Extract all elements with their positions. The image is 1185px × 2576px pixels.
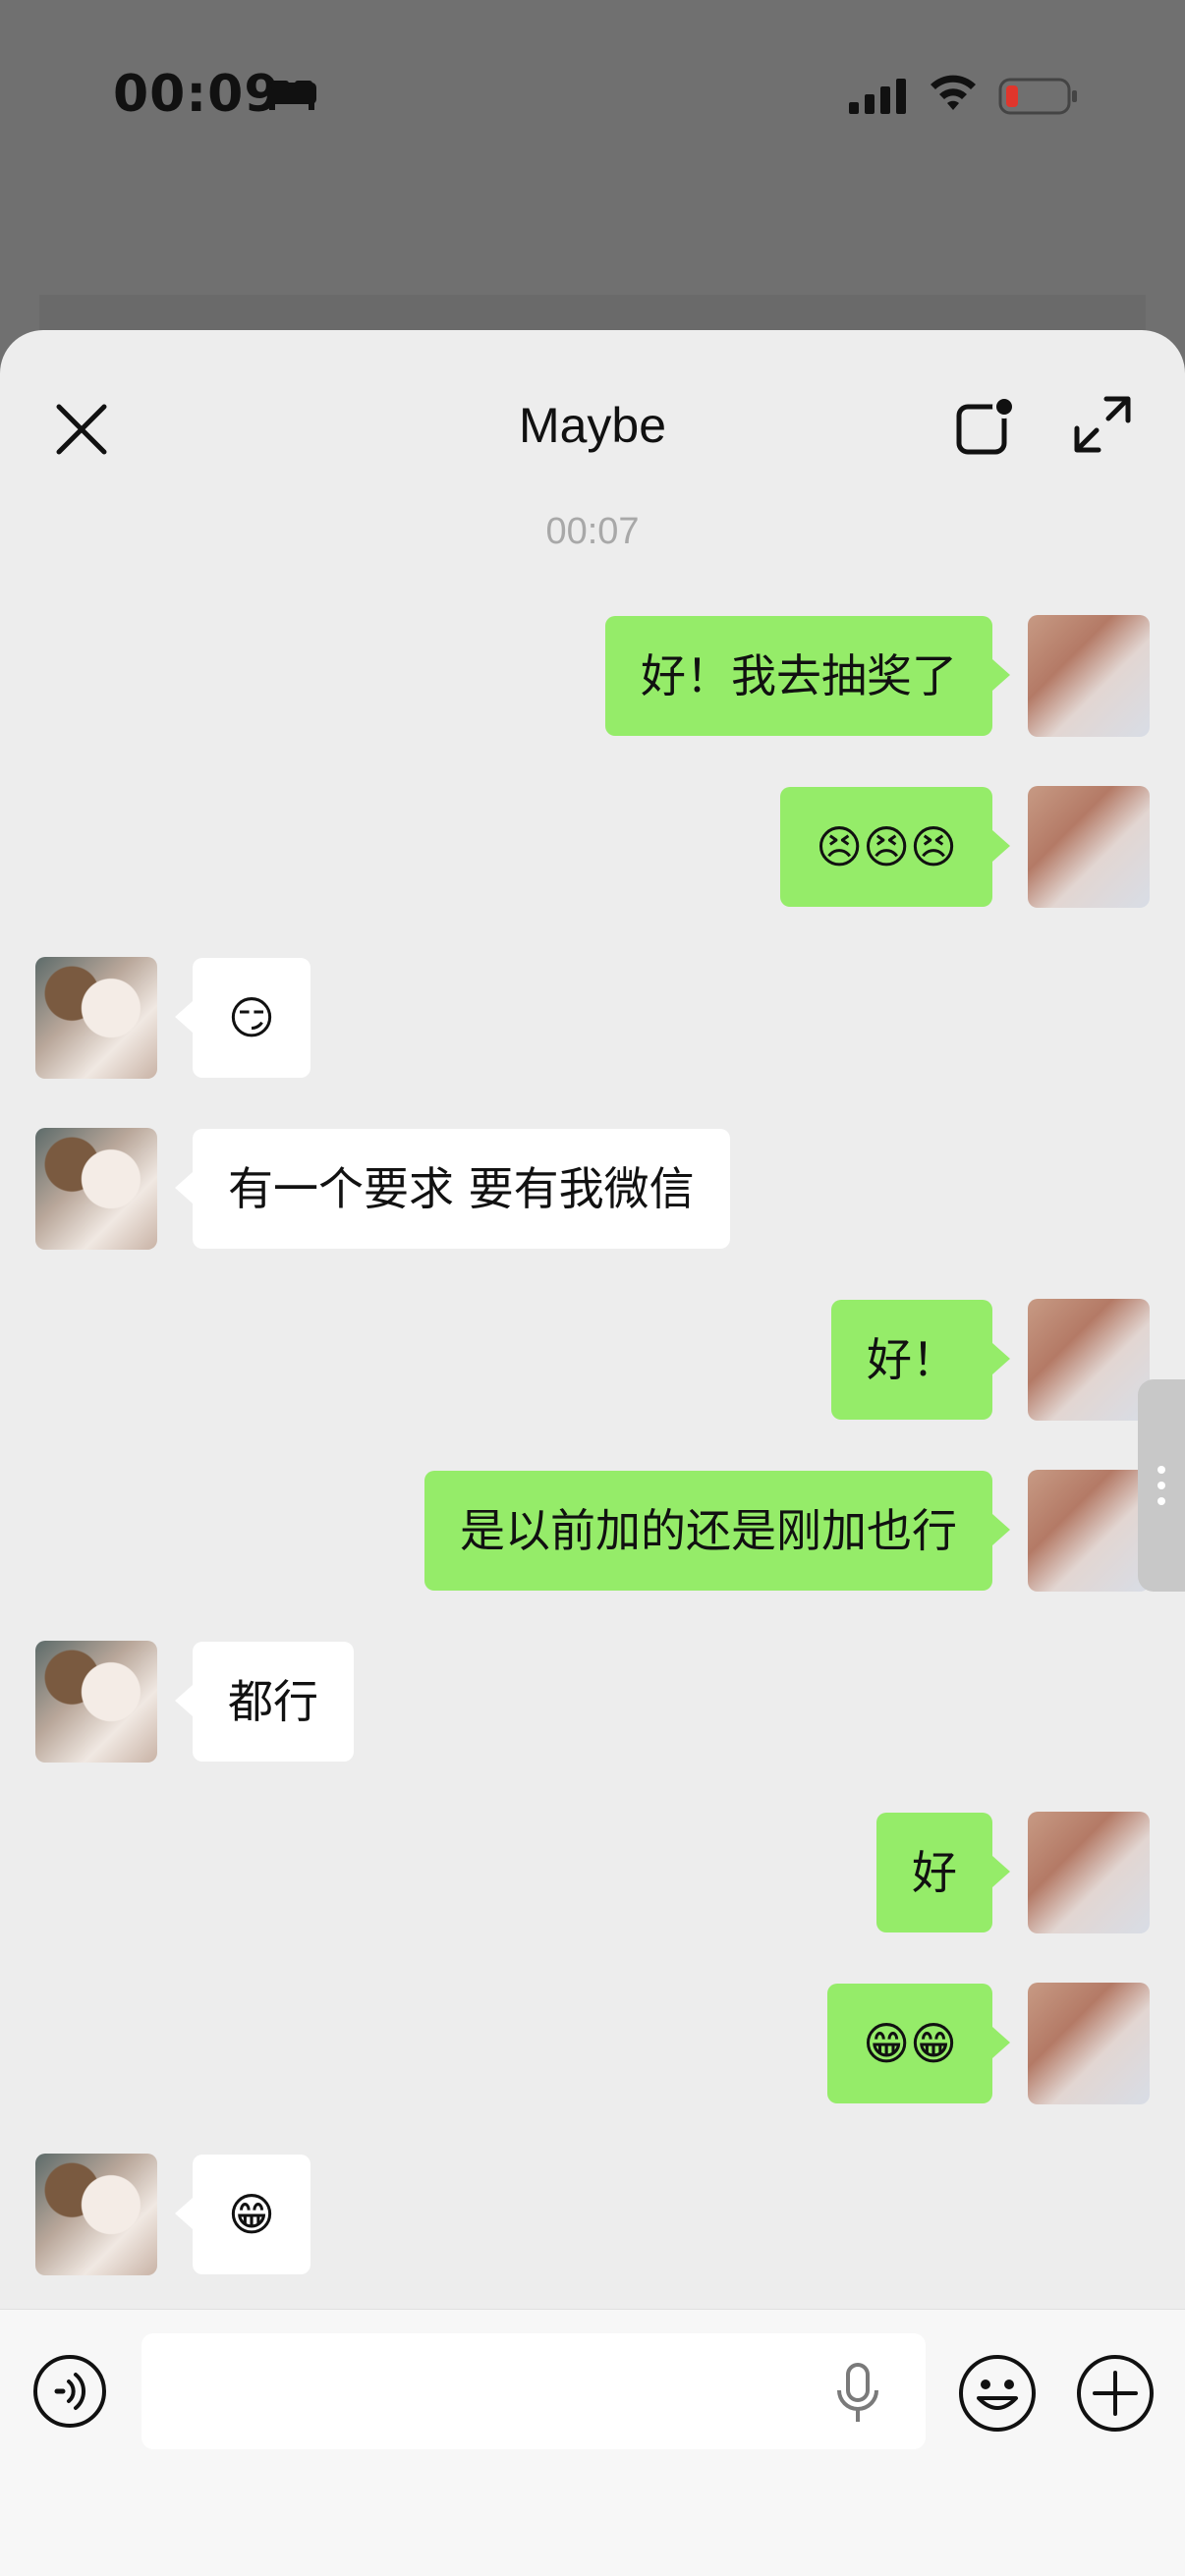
sheet-header: Maybe bbox=[0, 330, 1185, 458]
my-avatar[interactable] bbox=[1028, 1812, 1150, 1933]
my-avatar[interactable] bbox=[1028, 1470, 1150, 1592]
contact-avatar[interactable] bbox=[35, 1128, 157, 1250]
floating-window-icon[interactable] bbox=[955, 395, 1016, 458]
expand-icon[interactable] bbox=[1073, 395, 1132, 454]
status-time: 00:09 bbox=[113, 65, 281, 124]
status-bar: 00:09 bbox=[0, 0, 1185, 187]
signal-icon bbox=[849, 79, 906, 114]
emoji-message-bubble[interactable]: 😣😣😣 bbox=[780, 787, 1010, 907]
background-nav-bar: 详情 bbox=[0, 187, 1185, 455]
message-bubble[interactable]: 都行 bbox=[175, 1642, 354, 1762]
contact-avatar[interactable] bbox=[35, 957, 157, 1079]
message-bubble[interactable]: 有一个要求 要有我微信 bbox=[175, 1129, 730, 1249]
my-avatar[interactable] bbox=[1028, 1983, 1150, 2104]
message-input[interactable] bbox=[141, 2333, 926, 2449]
emoji-message-bubble[interactable]: 😁😁 bbox=[827, 1984, 1010, 2103]
my-avatar[interactable] bbox=[1028, 1299, 1150, 1421]
my-avatar[interactable] bbox=[1028, 786, 1150, 908]
message-bubble[interactable]: 是以前加的还是刚加也行 bbox=[424, 1471, 1010, 1591]
emoji-message-bubble[interactable]: 😏 bbox=[175, 958, 310, 1078]
battery-icon bbox=[998, 78, 1077, 115]
mic-icon[interactable] bbox=[833, 2361, 882, 2426]
voice-icon[interactable] bbox=[31, 2353, 108, 2430]
plus-icon[interactable] bbox=[1075, 2353, 1156, 2434]
message-bubble[interactable]: 好 bbox=[876, 1813, 1010, 1932]
message-bubble[interactable]: 好！我去抽奖了 bbox=[605, 616, 1010, 736]
contact-avatar[interactable] bbox=[35, 1641, 157, 1763]
wifi-icon bbox=[931, 75, 976, 110]
side-drawer-handle[interactable] bbox=[1138, 1379, 1185, 1592]
chat-timestamp: 00:07 bbox=[545, 511, 640, 552]
bed-icon bbox=[267, 81, 316, 110]
emoji-icon[interactable] bbox=[957, 2353, 1038, 2434]
emoji-message-bubble[interactable]: 😁 bbox=[175, 2155, 310, 2274]
input-bar bbox=[0, 2309, 1185, 2576]
message-bubble[interactable]: 好！ bbox=[831, 1300, 1010, 1420]
chat-sheet: Maybe 00:07 好！我去抽奖了 😣😣😣 😏 有一个要求 要有我微信 好！… bbox=[0, 330, 1185, 2576]
contact-avatar[interactable] bbox=[35, 2154, 157, 2275]
my-avatar[interactable] bbox=[1028, 615, 1150, 737]
